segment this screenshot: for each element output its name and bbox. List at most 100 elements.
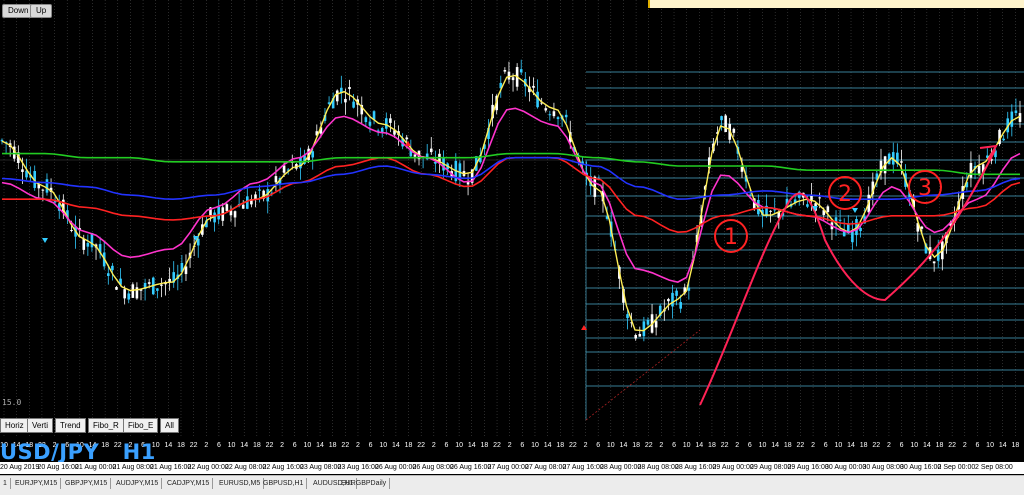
session-tick-label: 18 [860,442,868,449]
session-tick-label: 14 [164,442,172,449]
candle-body [389,118,392,123]
candle-body [131,284,135,298]
session-tick-label: 22 [266,442,274,449]
verti-button[interactable]: Verti [27,418,54,433]
chart-tab[interactable]: 1 [0,478,11,489]
chart-tab[interactable]: EURUSD,M5 [216,478,265,489]
candle-body [519,69,523,73]
candle-body [344,98,347,103]
date-label: 22 Aug 00:00 [187,464,229,471]
candle-body [258,189,261,191]
chart-tab[interactable]: AUDJPY,M15 [113,478,163,489]
candle-body [671,292,674,307]
fibo-r-button[interactable]: Fibo_R [88,418,124,433]
session-tick-label: 10 [834,442,842,449]
date-label: 30 Aug 16:00 [900,464,942,471]
session-tick-label: 6 [672,442,676,449]
candle-body [156,288,159,291]
candle-body [732,128,736,133]
date-label: 29 Aug 00:00 [712,464,754,471]
date-label: 26 Aug 08:00 [412,464,454,471]
ma-line-3 [2,156,1021,234]
chart-tab[interactable]: CADJPY,M15 [164,478,214,489]
candle-body [123,289,126,299]
date-label: 2 Sep 08:00 [975,464,1013,471]
candle-body [642,321,646,337]
candle-body [646,320,650,325]
annotation-number-3: 3 [918,176,932,201]
session-tick-label: 6 [293,442,297,449]
session-tick-label: 22 [569,442,577,449]
session-tick-label: 18 [556,442,564,449]
candle-body [405,137,409,140]
chart-tab[interactable]: GBPUSD,H1 [260,478,308,489]
session-tick-label: 2 [204,442,208,449]
ma-line-5 [2,152,1020,176]
fibo-e-button[interactable]: Fibo_E [123,418,159,433]
candlesticks [0,59,1022,342]
candle-body [217,206,220,220]
date-label: 27 Aug 16:00 [562,464,604,471]
candle-body [511,77,515,81]
session-tick-label: 18 [784,442,792,449]
candle-body [364,117,368,123]
up-button[interactable]: Up [30,4,53,18]
candle-body [1002,138,1005,141]
candle-body [977,165,981,174]
session-tick-label: 14 [544,442,552,449]
candle-body [532,85,535,88]
session-tick-label: 2 [584,442,588,449]
candle-body [969,162,973,178]
candle-body [826,206,830,212]
candle-body [552,111,556,117]
candle-body [1014,110,1018,114]
candle-body [503,70,507,72]
date-label: 2 Sep 00:00 [937,464,976,471]
session-tick-label: 6 [975,442,979,449]
candle-body [548,114,552,116]
chart-tab[interactable]: EURGBPDaily [338,478,391,489]
session-tick-label: 2 [280,442,284,449]
session-tick-label: 10 [910,442,918,449]
candle-body [458,163,462,179]
date-label: 23 Aug 08:00 [300,464,342,471]
candle-body [556,117,560,120]
ma-line-2 [1,107,1021,283]
session-tick-label: 10 [607,442,615,449]
candle-body [86,242,90,247]
date-label: 20 Aug 2019 [0,464,40,471]
session-tick-label: 10 [986,442,994,449]
candle-body [544,108,548,111]
chart-tab[interactable]: EURJPY,M15 [12,478,62,489]
fib-diagonal [585,329,701,421]
all-button[interactable]: All [160,418,179,433]
session-tick-label: 14 [468,442,476,449]
session-tick-label: 18 [1011,442,1019,449]
trend-button[interactable]: Trend [55,418,86,433]
session-tick-label: 10 [228,442,236,449]
date-label: 23 Aug 16:00 [337,464,379,471]
session-tick-label: 6 [520,442,524,449]
candle-body [111,265,114,271]
annotation-number-2: 2 [838,182,852,207]
candle-body [932,261,936,264]
session-tick-label: 6 [369,442,373,449]
candle-body [720,116,723,121]
candle-body [634,334,637,339]
date-label: 29 Aug 08:00 [750,464,792,471]
ma-line-1 [1,74,1021,332]
horiz-button[interactable]: Horiz [0,418,29,433]
chart-tab[interactable]: GBPJPY,M15 [62,478,112,489]
candle-body [818,197,821,199]
date-label: 30 Aug 08:00 [862,464,904,471]
candle-body [368,121,372,126]
session-tick-label: 2 [356,442,360,449]
date-label: 30 Aug 00:00 [825,464,867,471]
candle-body [41,189,45,191]
session-tick-label: 18 [177,442,185,449]
candle-body [687,287,691,291]
candle-body [638,334,642,337]
session-tick-label: 14 [240,442,248,449]
session-tick-label: 6 [596,442,600,449]
candle-body [838,219,842,221]
